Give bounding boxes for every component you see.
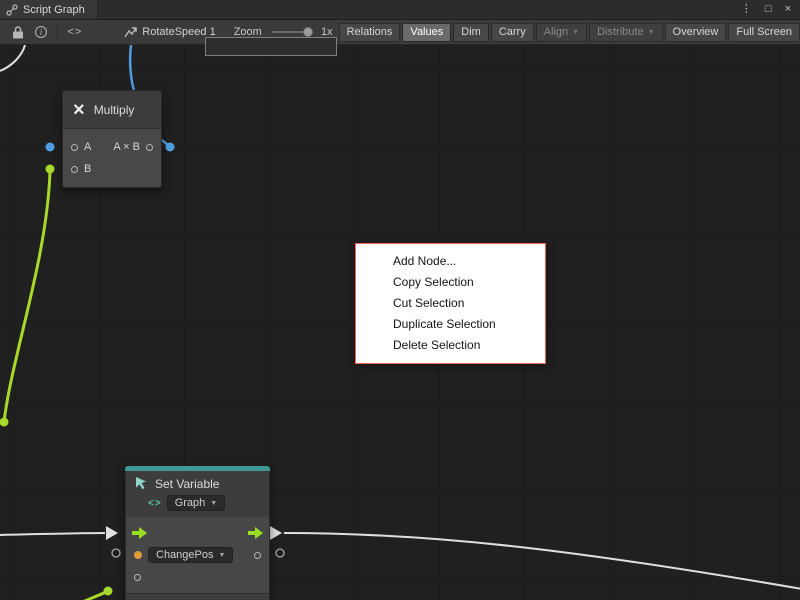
context-menu: Add Node... Copy Selection Cut Selection… — [355, 243, 546, 364]
node-title: Set Variable — [155, 477, 219, 491]
flow-out-port[interactable] — [248, 527, 263, 539]
distribute-button[interactable]: Distribute ▼ — [589, 23, 662, 42]
input-value-port[interactable] — [134, 574, 141, 581]
fullscreen-button[interactable]: Full Screen — [728, 23, 800, 42]
script-graph-icon — [6, 4, 18, 16]
relations-button[interactable]: Relations — [339, 23, 401, 42]
flow-arrowhead-out[interactable] — [270, 526, 282, 540]
wire-white-out — [284, 533, 800, 589]
set-variable-node[interactable]: Set Variable <> Graph ▼ — [125, 466, 270, 600]
values-button[interactable]: Values — [402, 23, 451, 42]
scope-dropdown[interactable]: Graph ▼ — [167, 495, 226, 511]
flow-in-port[interactable] — [132, 527, 147, 539]
zoom-handle[interactable] — [303, 27, 313, 37]
carry-button[interactable]: Carry — [491, 23, 534, 42]
port-row-b: B — [71, 158, 153, 180]
port-b-label: B — [84, 163, 91, 175]
dim-button[interactable]: Dim — [453, 23, 489, 42]
output-port-axb[interactable] — [146, 144, 153, 151]
toolbar: i <> RotateSpeed 1 Zoom 1x Relations Val… — [0, 20, 800, 45]
chevron-down-icon: ▼ — [210, 500, 217, 507]
value-port-external-right[interactable] — [276, 549, 284, 557]
menu-item-add-node[interactable]: Add Node... — [356, 251, 545, 272]
script-graph-window: Script Graph ⋮ □ × i <> RotateSpeed 1 — [0, 0, 800, 600]
chevron-down-icon: ▼ — [572, 29, 579, 36]
chevron-down-icon: ▼ — [219, 552, 226, 559]
popup-remnant — [205, 37, 337, 56]
set-variable-title-row: Set Variable — [134, 476, 261, 491]
input-port-row — [126, 567, 269, 587]
set-variable-header[interactable]: Set Variable <> Graph ▼ — [125, 471, 270, 517]
tab-script-graph[interactable]: Script Graph — [0, 0, 98, 19]
input-port-a[interactable] — [71, 144, 78, 151]
port-row-a: A A × B — [71, 136, 153, 158]
multiply-node-header[interactable]: × Multiply — [62, 90, 162, 128]
titlebar: Script Graph ⋮ □ × — [0, 0, 800, 20]
wire-white-in — [0, 533, 105, 535]
port-dot-green-b[interactable] — [46, 165, 55, 174]
port-dot-blue-a[interactable] — [46, 143, 55, 152]
lock-icon[interactable] — [13, 26, 23, 39]
output-value-port[interactable] — [254, 552, 261, 559]
window-menu-icon[interactable]: ⋮ — [741, 4, 752, 15]
multiply-icon: × — [73, 100, 85, 120]
node-title: Multiply — [94, 103, 135, 117]
code-icon: <> — [148, 498, 162, 509]
menu-item-copy-selection[interactable]: Copy Selection — [356, 272, 545, 293]
menu-item-duplicate-selection[interactable]: Duplicate Selection — [356, 314, 545, 335]
set-variable-body: ChangePos ▼ — [125, 517, 270, 600]
flow-arrowhead-in[interactable] — [106, 526, 118, 540]
set-variable-footer — [126, 593, 269, 600]
menu-item-cut-selection[interactable]: Cut Selection — [356, 293, 545, 314]
variable-dropdown[interactable]: ChangePos ▼ — [148, 547, 233, 563]
menu-item-delete-selection[interactable]: Delete Selection — [356, 335, 545, 356]
flow-port-row — [126, 523, 269, 543]
multiply-node-body: A A × B B — [62, 128, 162, 188]
set-variable-icon — [134, 476, 149, 491]
value-port-connected[interactable] — [134, 551, 142, 559]
set-variable-scope-row: <> Graph ▼ — [148, 495, 261, 511]
breadcrumb[interactable]: RotateSpeed 1 — [124, 26, 215, 38]
wire-green — [4, 171, 50, 422]
graph-icon — [124, 27, 137, 38]
close-icon[interactable]: × — [785, 4, 791, 15]
zoom-slider[interactable] — [272, 31, 313, 33]
graph-canvas[interactable]: × Multiply A A × B B — [0, 45, 800, 600]
variable-row: ChangePos ▼ — [126, 543, 269, 567]
wire-white-topleft — [0, 45, 25, 71]
input-port-b[interactable] — [71, 166, 78, 173]
tab-label: Script Graph — [23, 4, 85, 16]
value-port-external-left[interactable] — [112, 549, 120, 557]
port-a-label: A — [84, 141, 91, 153]
port-dot-blue-out[interactable] — [166, 143, 175, 152]
overview-button[interactable]: Overview — [665, 23, 727, 42]
wire-dot-green-edge[interactable] — [0, 418, 9, 427]
multiply-node[interactable]: × Multiply A A × B B — [62, 90, 162, 188]
align-button[interactable]: Align ▼ — [536, 23, 587, 42]
code-icon[interactable]: <> — [67, 26, 82, 38]
window-controls: ⋮ □ × — [741, 0, 800, 19]
port-out-label: A × B — [113, 141, 140, 153]
chevron-down-icon: ▼ — [648, 29, 655, 36]
wire-green-bottom — [76, 591, 108, 600]
maximize-icon[interactable]: □ — [765, 4, 772, 15]
info-icon[interactable]: i — [35, 26, 47, 38]
